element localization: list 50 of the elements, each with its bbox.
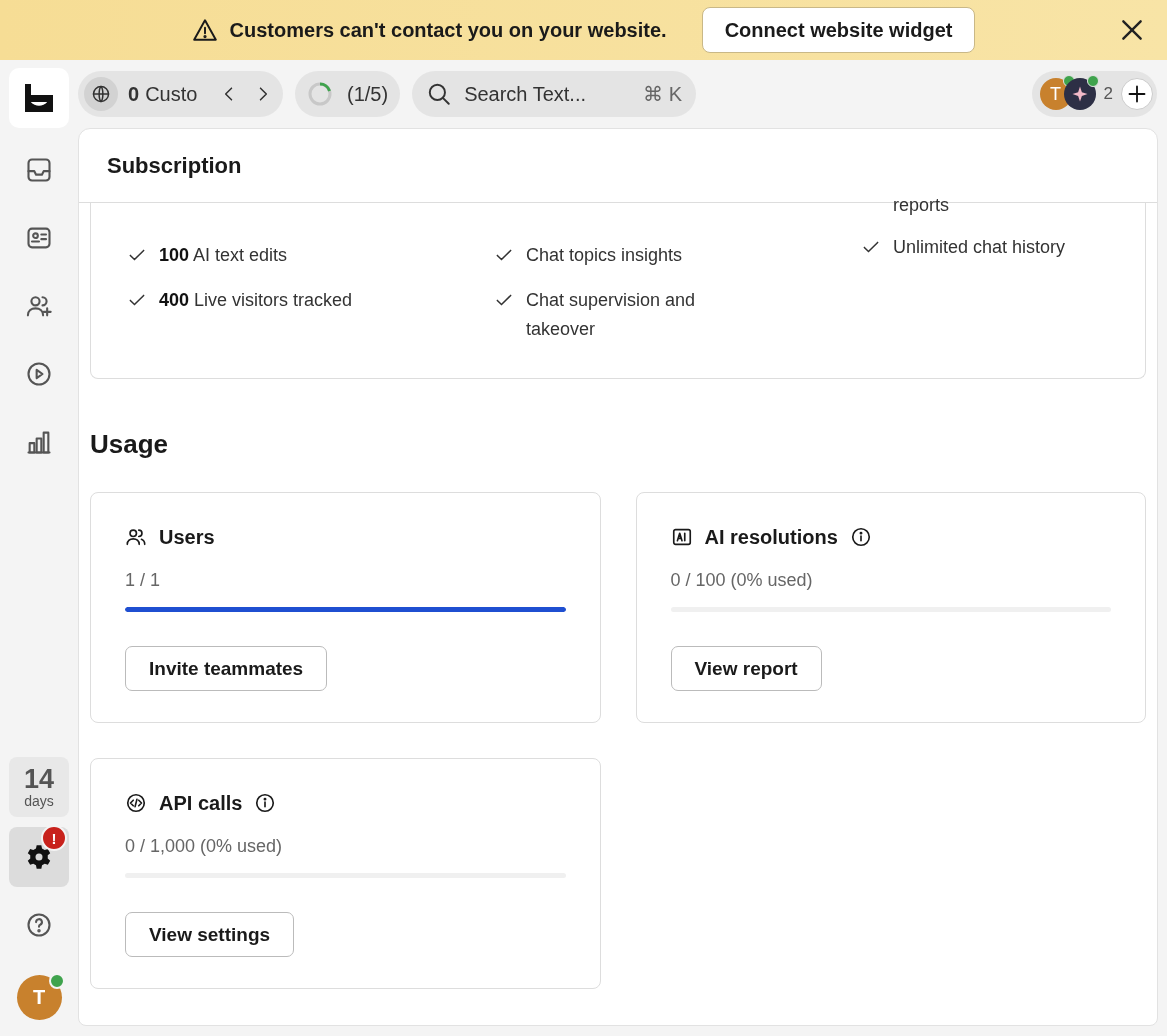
member-avatar: T [1039,78,1072,110]
card-action-button[interactable]: Invite teammates [125,646,328,691]
customers-label: Custo [145,82,198,106]
section-heading: Usage [90,429,170,459]
nav-item[interactable]: ! [9,827,69,887]
trial-days-count: 14 [23,765,54,793]
app-logo[interactable] [9,68,69,128]
trial-days-label: days [24,793,54,809]
settings-icon [25,843,53,871]
customer-count: 0 [128,82,140,106]
card-title: AI resolutions [704,525,838,549]
plus-icon [1127,84,1147,104]
usage-reading: 0 / 100 (0% used) [670,570,814,592]
logo-icon [24,83,54,113]
progress-ring-icon [307,81,333,107]
search-field[interactable]: Search Text... ⌘ K [412,71,697,117]
card-action-button[interactable]: View report [670,646,822,691]
users-icon [125,526,147,548]
banner-message: Customers can't contact you on your website. [229,18,667,42]
close-icon[interactable] [1119,17,1145,43]
feature-text: Chat supervision and takeover [526,289,697,341]
trial-days-badge[interactable]: 14 days [9,757,69,817]
member-count: 2 [1103,84,1113,104]
shortcut-hint: ⌘ K [643,82,683,106]
online-status-icon [48,973,65,989]
play-icon [25,360,53,388]
ai-chip-icon [670,526,693,548]
info-icon[interactable] [254,792,277,814]
usage-reading: 1 / 1 [125,570,162,592]
alert-badge: ! [41,825,67,851]
warning-icon [191,17,218,43]
team-members[interactable]: T 2 [1031,71,1157,117]
feature-text: Chat topics insights [526,244,683,267]
add-button[interactable] [1121,78,1153,110]
onboarding-progress[interactable]: (1/5) [295,71,401,117]
card-title: Users [159,525,215,549]
inbox-icon [25,156,53,184]
feature-text: 400 Live visitors tracked [159,289,353,312]
help-icon [25,911,53,939]
feature-text: Unlimited chat history [893,236,1066,259]
feature-text: 100 AI text edits [159,244,288,267]
card-action-button[interactable]: View settings [125,912,295,957]
connect-widget-button[interactable]: Connect website widget [701,7,976,53]
globe-icon [91,84,111,104]
card-title: API calls [159,791,243,815]
info-icon[interactable] [849,526,872,548]
search-icon [426,81,453,107]
customers-switcher[interactable]: 0 Custo [78,71,283,117]
code-icon [125,792,147,814]
usage-reading: 0 / 1,000 (0% used) [125,836,284,858]
